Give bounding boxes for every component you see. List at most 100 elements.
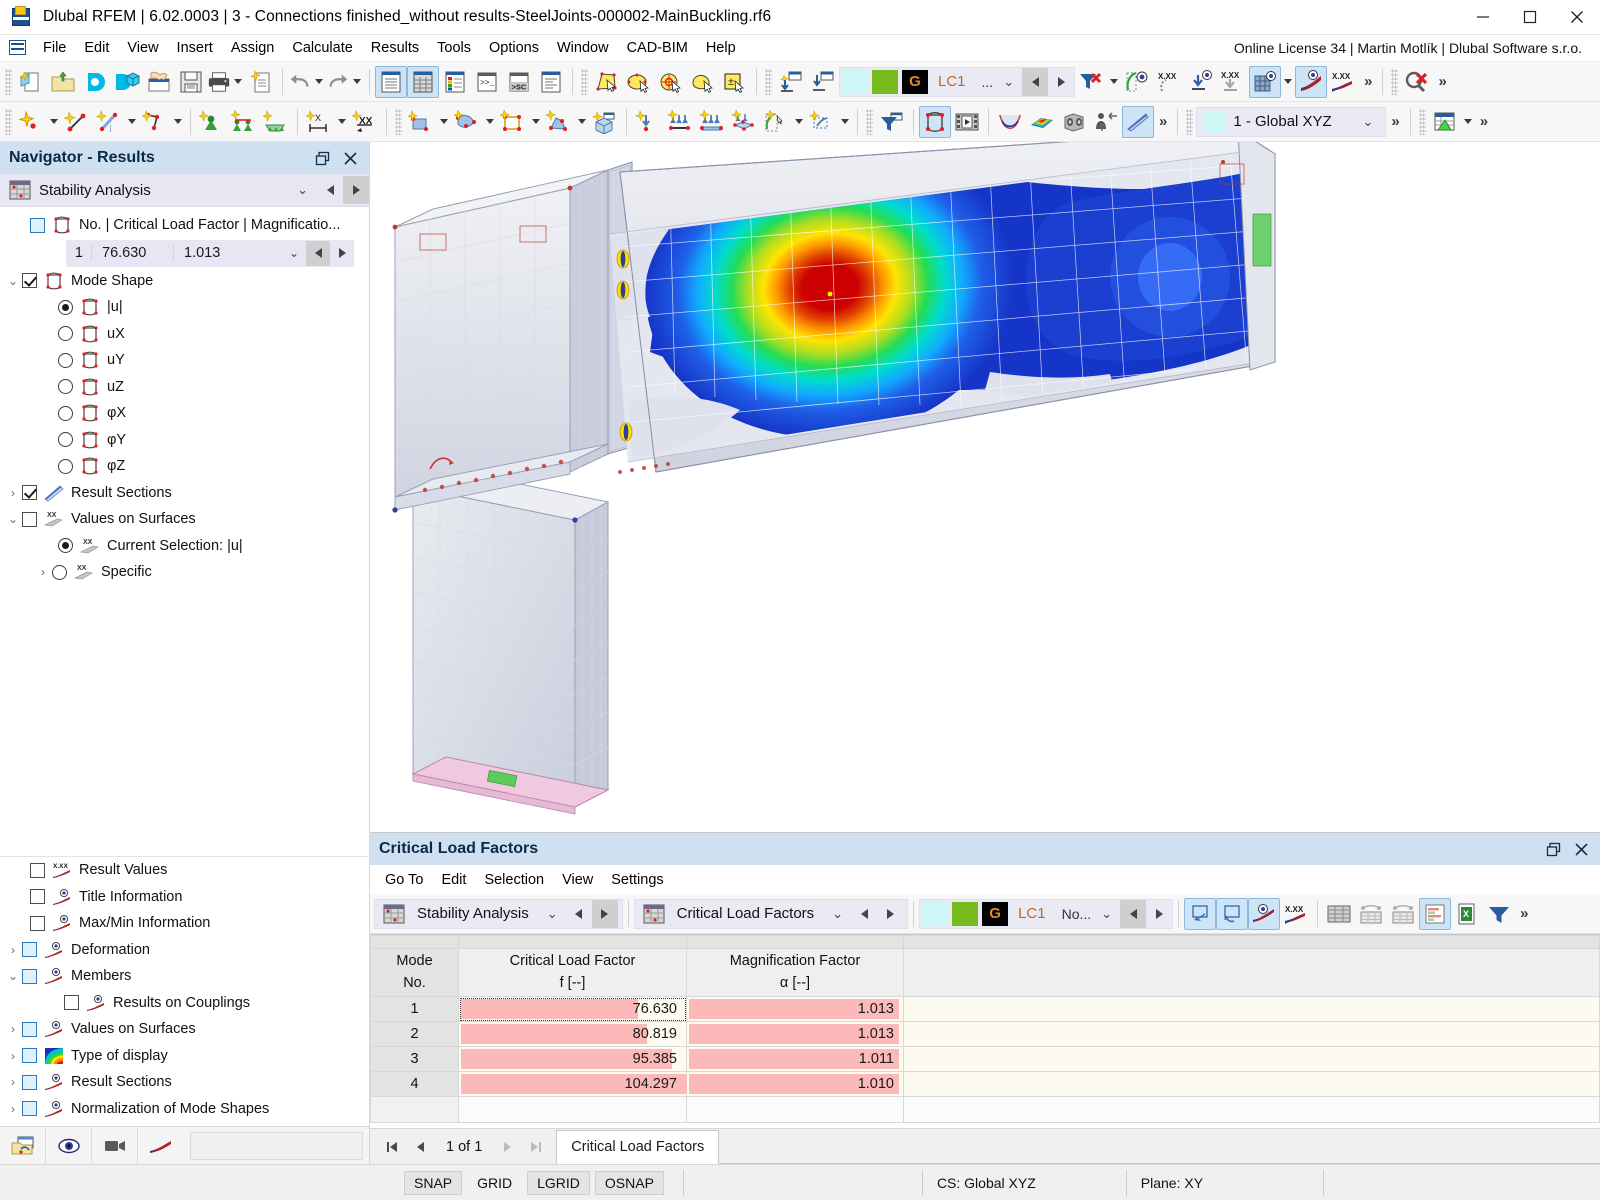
table-analysis-combo[interactable]: Stability Analysis ⌄	[374, 898, 623, 929]
current-selection-radio[interactable]	[58, 538, 73, 554]
select-polygon-icon[interactable]	[591, 66, 623, 98]
table-selector-prev[interactable]	[851, 900, 877, 928]
surface-load-icon[interactable]	[728, 106, 760, 138]
save-icon[interactable]	[175, 66, 207, 98]
cell-empty[interactable]	[903, 1046, 1600, 1072]
last-page-icon[interactable]	[522, 1132, 550, 1162]
imperfection-dropdown-caret[interactable]	[838, 106, 852, 138]
script-panel-icon[interactable]: >SC	[503, 66, 535, 98]
select-circle-icon[interactable]	[655, 66, 687, 98]
chevron-down-icon[interactable]: ⌄	[824, 906, 851, 922]
new-report-icon[interactable]	[245, 66, 277, 98]
tree-item-component-phix[interactable]: φX	[0, 400, 369, 427]
diagram-icon[interactable]	[138, 1128, 184, 1164]
component-phiz-radio[interactable]	[58, 458, 73, 474]
model-cube-icon[interactable]	[111, 66, 143, 98]
coordinate-system-selector[interactable]: 1 - Global XYZ ⌄	[1196, 106, 1387, 137]
tree-item-load-factor[interactable]: No. | Critical Load Factor | Magnificati…	[0, 212, 369, 239]
redo-dropdown-caret[interactable]	[350, 66, 364, 98]
new-line-icon[interactable]	[61, 106, 93, 138]
undock-icon[interactable]	[1540, 836, 1566, 862]
select-add-icon[interactable]: ±	[719, 66, 751, 98]
load-case-next[interactable]	[1048, 68, 1074, 96]
table-lc-prev[interactable]	[1120, 899, 1147, 928]
expander-icon[interactable]: ⌄	[4, 274, 22, 288]
toolbar2-overflow-1[interactable]: »	[1154, 113, 1172, 130]
toolbar-grip-2[interactable]	[581, 68, 588, 95]
new-node-icon[interactable]	[15, 106, 47, 138]
toolbar2-overflow-3[interactable]: »	[1475, 113, 1493, 130]
new-opening-icon[interactable]	[497, 106, 529, 138]
filter-remove-icon[interactable]	[1075, 66, 1107, 98]
tree-item-result-values[interactable]: X.XX Result Values	[0, 857, 369, 884]
tree-item-normalization[interactable]: › Normalization of Mode Shapes	[0, 1096, 369, 1123]
expander-icon[interactable]: ⌄	[4, 512, 22, 526]
table-row[interactable]: 4 104.297 1.010	[370, 1071, 1600, 1097]
render-icon[interactable]	[1121, 66, 1153, 98]
table-analysis-next[interactable]	[591, 899, 618, 928]
cell-critical-load-factor[interactable]: 76.630	[458, 996, 687, 1022]
component-uy-radio[interactable]	[58, 352, 73, 368]
filter-icon[interactable]	[1483, 898, 1515, 930]
result-section-icon[interactable]	[1122, 105, 1154, 138]
print-icon[interactable]	[207, 66, 231, 98]
console-panel-icon[interactable]: >>_	[471, 66, 503, 98]
dimension-x-icon[interactable]: X	[303, 106, 335, 138]
expander-icon[interactable]: ›	[4, 1022, 22, 1036]
dimension-xx-icon[interactable]: XX	[349, 106, 381, 138]
members-checkbox[interactable]	[22, 968, 37, 984]
chevron-down-icon[interactable]: ⌄	[288, 182, 317, 198]
column-header-empty[interactable]	[903, 948, 1600, 997]
menu-tools[interactable]: Tools	[428, 37, 480, 59]
excel-export-icon[interactable]: X	[1451, 898, 1483, 930]
solid-results-icon[interactable]	[1058, 106, 1090, 138]
mode-shape-icon[interactable]	[919, 105, 951, 138]
load-factor-prev[interactable]	[306, 240, 330, 266]
member-load-icon[interactable]	[664, 106, 696, 138]
chevron-down-icon[interactable]: ⌄	[539, 906, 566, 922]
menu-file[interactable]: File	[34, 37, 75, 59]
spreadsheet-dropdown-caret[interactable]	[1461, 106, 1475, 138]
next-page-icon[interactable]	[494, 1132, 522, 1162]
load-factor-value-combo[interactable]: 1 76.630 1.013 ⌄	[66, 239, 354, 267]
cell-empty[interactable]	[903, 996, 1600, 1022]
cell-magnification-factor[interactable]: 1.011	[686, 1046, 904, 1072]
new-solid-icon[interactable]	[543, 106, 575, 138]
diagram-eye-icon[interactable]	[1295, 65, 1328, 98]
menu-view[interactable]: View	[118, 37, 167, 59]
select-lasso-icon[interactable]	[623, 66, 655, 98]
tree-item-component-u[interactable]: |u|	[0, 294, 369, 321]
toolbar-grip-3[interactable]	[765, 68, 772, 95]
tree-item-component-uy[interactable]: uY	[0, 347, 369, 374]
close-button[interactable]	[1553, 0, 1600, 35]
result-sections-checkbox[interactable]	[22, 485, 37, 501]
surface-dropdown-caret[interactable]	[437, 106, 451, 138]
toolbar2-grip-5[interactable]	[1418, 108, 1426, 135]
menu-results[interactable]: Results	[362, 37, 428, 59]
undo-dropdown-caret[interactable]	[312, 66, 326, 98]
table-row[interactable]: 2 80.819 1.013	[370, 1021, 1600, 1047]
surface-results-icon[interactable]	[1026, 106, 1058, 138]
chevron-down-icon[interactable]: ⌄	[995, 74, 1022, 90]
expander-icon[interactable]: ›	[4, 1049, 22, 1063]
polyline-dropdown-caret[interactable]	[171, 106, 185, 138]
values-surfaces-checkbox[interactable]	[22, 1021, 37, 1037]
deformation-checkbox[interactable]	[22, 942, 37, 958]
table-empty-row[interactable]	[370, 1096, 1600, 1123]
imperfection-icon[interactable]	[806, 106, 838, 138]
table-menu-selection[interactable]: Selection	[475, 870, 553, 890]
tree-item-deformation[interactable]: › Deformation	[0, 937, 369, 964]
print-dropdown-caret[interactable]	[231, 66, 245, 98]
solid-dropdown-caret[interactable]	[575, 106, 589, 138]
nodal-load-icon[interactable]	[632, 106, 664, 138]
cell-magnification-factor[interactable]: 1.010	[686, 1071, 904, 1097]
load-case-prev[interactable]	[1022, 67, 1049, 96]
table-panel-icon[interactable]	[407, 65, 439, 98]
chevron-down-icon[interactable]: ⌄	[1354, 114, 1381, 130]
close-icon[interactable]	[337, 145, 363, 171]
select-freehand-icon[interactable]	[687, 66, 719, 98]
status-grid[interactable]: GRID	[467, 1171, 522, 1195]
cell-critical-load-factor[interactable]: 104.297	[458, 1071, 688, 1097]
menu-options[interactable]: Options	[480, 37, 548, 59]
table-lc-next[interactable]	[1146, 900, 1172, 928]
